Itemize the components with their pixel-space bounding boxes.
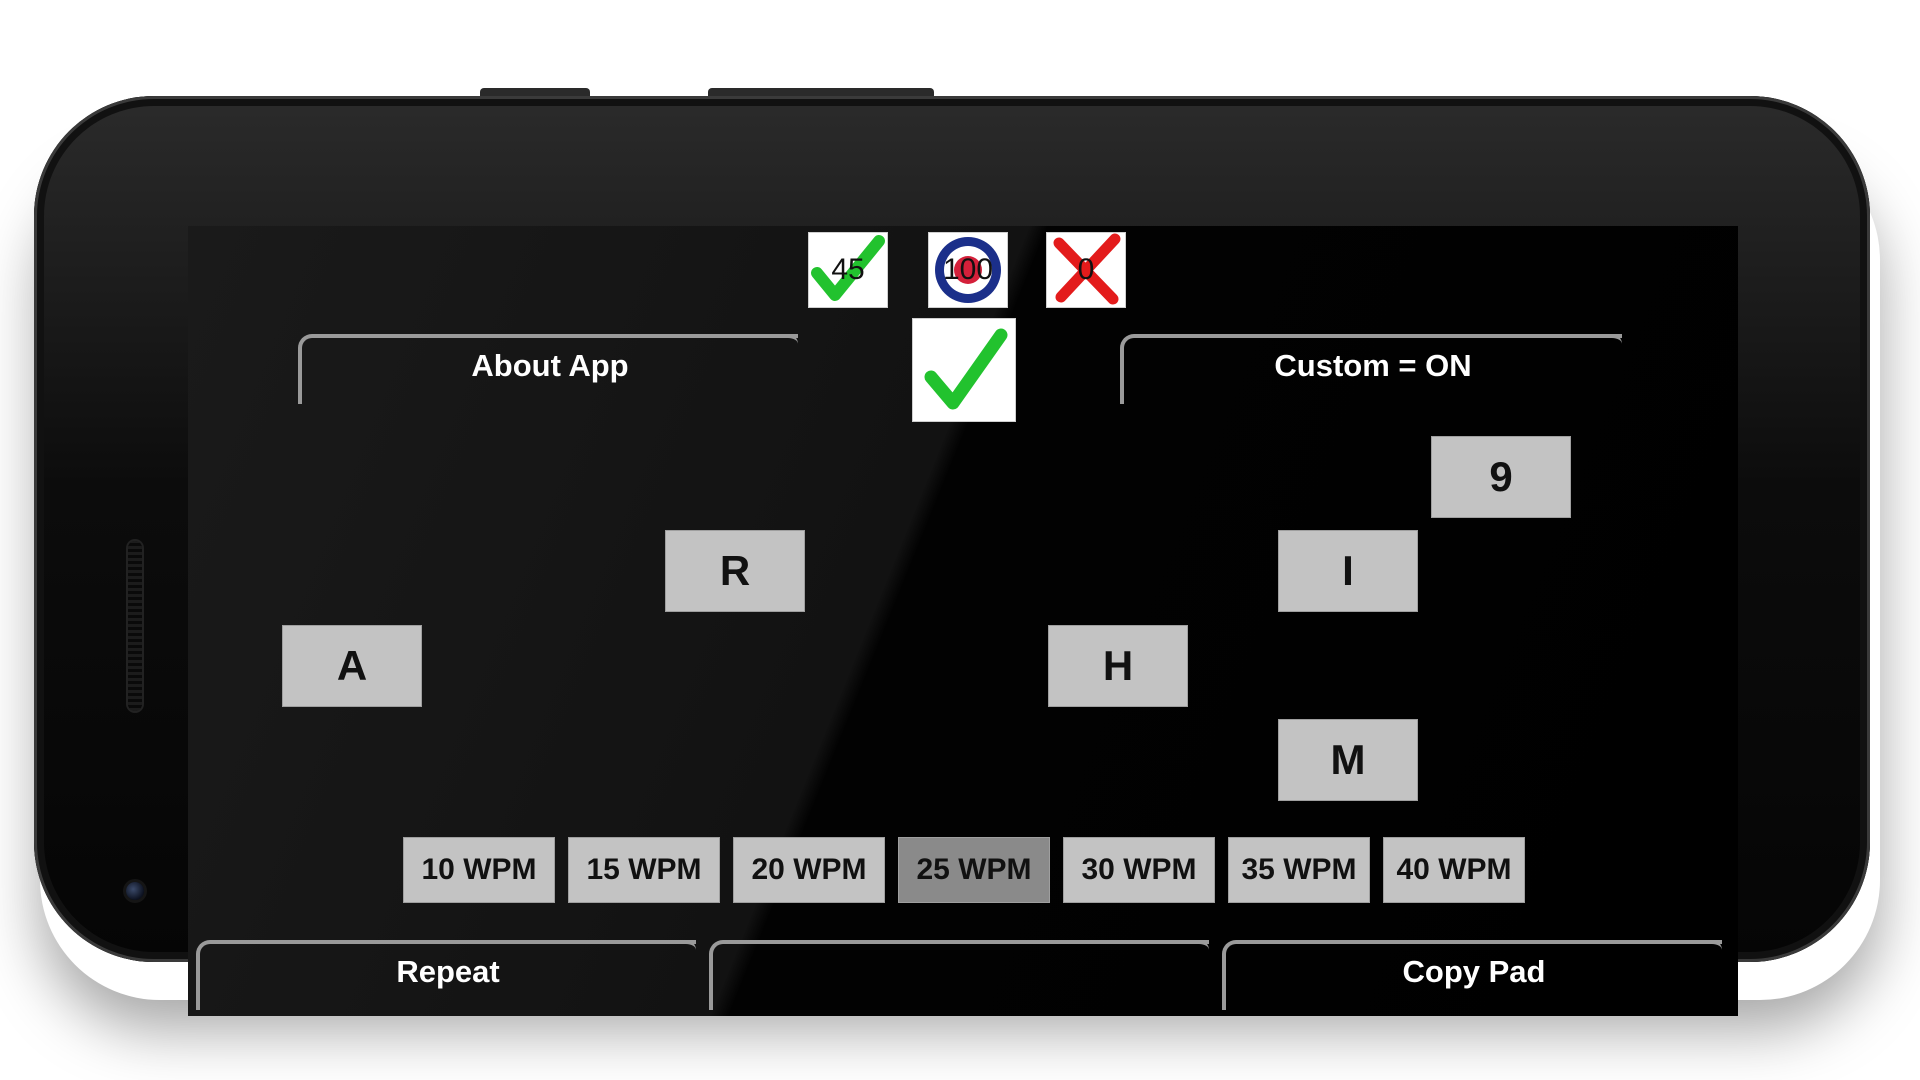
- wrong-score-tile: 0: [1046, 232, 1126, 308]
- letter-key-r[interactable]: R: [665, 530, 805, 612]
- phone-frame: 45 100 0 About App Custom = ON 9 R I A H…: [34, 96, 1870, 1016]
- copy-pad-button[interactable]: Copy Pad: [1222, 940, 1722, 1010]
- letter-key-m[interactable]: M: [1278, 719, 1418, 801]
- wpm-25-button[interactable]: 25 WPM: [898, 837, 1050, 903]
- custom-toggle-button[interactable]: Custom = ON: [1120, 334, 1622, 404]
- target-score-tile: 100: [928, 232, 1008, 308]
- wpm-15-button[interactable]: 15 WPM: [568, 837, 720, 903]
- letter-key-a[interactable]: A: [282, 625, 422, 707]
- wpm-30-button[interactable]: 30 WPM: [1063, 837, 1215, 903]
- blank-button[interactable]: [709, 940, 1209, 1010]
- check-icon: [924, 328, 1008, 410]
- wpm-10-button[interactable]: 10 WPM: [403, 837, 555, 903]
- wpm-40-button[interactable]: 40 WPM: [1383, 837, 1525, 903]
- repeat-button[interactable]: Repeat: [196, 940, 696, 1010]
- target-count: 100: [942, 253, 994, 286]
- correct-score-tile: 45: [808, 232, 888, 308]
- front-camera: [126, 882, 144, 900]
- speaker-grille: [128, 541, 142, 711]
- wrong-count: 0: [1077, 253, 1095, 286]
- letter-key-9[interactable]: 9: [1431, 436, 1571, 518]
- answer-check-indicator: [912, 318, 1016, 422]
- wpm-20-button[interactable]: 20 WPM: [733, 837, 885, 903]
- app-screen: 45 100 0 About App Custom = ON 9 R I A H…: [188, 226, 1738, 1016]
- letter-key-h[interactable]: H: [1048, 625, 1188, 707]
- letter-key-i[interactable]: I: [1278, 530, 1418, 612]
- correct-count: 45: [831, 253, 865, 286]
- wpm-35-button[interactable]: 35 WPM: [1228, 837, 1370, 903]
- about-app-button[interactable]: About App: [298, 334, 798, 404]
